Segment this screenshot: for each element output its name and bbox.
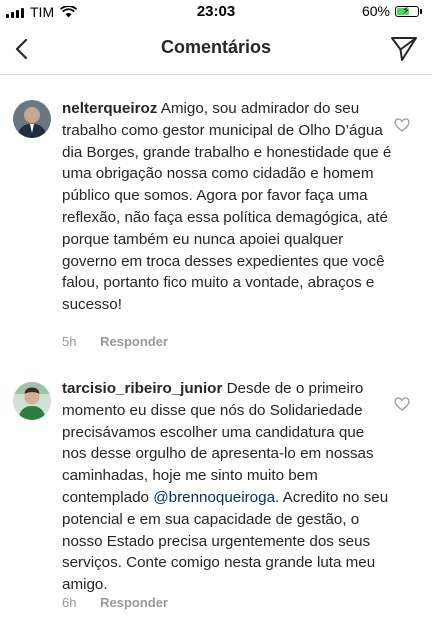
comment-username[interactable]: nelterqueiroz: [62, 100, 157, 117]
status-bar: TIM 23:03 60% ⚡: [0, 0, 432, 24]
status-right: 60% ⚡: [362, 3, 422, 19]
nav-bar: Comentários: [0, 24, 432, 75]
comment-body-start: Desde de o primeiro momento eu disse que…: [62, 380, 374, 506]
battery-icon: ⚡: [395, 4, 419, 17]
comment-time: 5h: [62, 334, 77, 349]
avatar[interactable]: [13, 100, 51, 138]
comment-body: Amigo, sou admirador do seu trabalho com…: [62, 100, 392, 314]
battery-cap: [420, 8, 422, 14]
reply-button[interactable]: Responder: [100, 595, 168, 610]
comment-username[interactable]: tarcisio_ribeiro_junior: [62, 380, 222, 397]
avatar-image: [13, 100, 51, 138]
comment-meta: 6h Responder: [62, 595, 168, 610]
page-title: Comentários: [160, 37, 272, 57]
comment-text: tarcisio_ribeiro_junior Desde de o prime…: [62, 378, 392, 596]
paper-plane-icon[interactable]: [390, 35, 418, 63]
battery-percent: 60%: [361, 3, 390, 19]
avatar-image: [13, 382, 51, 420]
charging-bolt-icon: ⚡: [402, 4, 410, 17]
comment-text: nelterqueiroz Amigo, sou admirador do se…: [62, 98, 392, 316]
avatar[interactable]: [13, 382, 51, 420]
reply-button[interactable]: Responder: [100, 334, 168, 349]
mention-link[interactable]: @brennoqueiroga: [153, 489, 275, 506]
heart-icon[interactable]: [394, 117, 410, 133]
comment-meta: 5h Responder: [62, 334, 168, 349]
heart-icon[interactable]: [394, 396, 410, 412]
comment-time: 6h: [62, 595, 77, 610]
